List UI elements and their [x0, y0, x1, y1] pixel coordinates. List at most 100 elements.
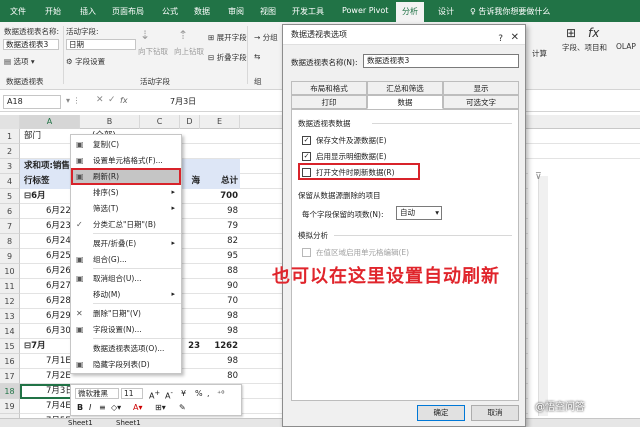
drill-up-button[interactable]: 向上钻取 [174, 46, 204, 57]
formula-input[interactable]: 7月3日 [170, 96, 196, 107]
help-icon[interactable]: ? [498, 29, 503, 49]
cancel-icon[interactable]: ✕ [96, 95, 104, 105]
save-source-checkbox[interactable]: ✓ [302, 136, 311, 145]
fields-items-button[interactable]: 字段、项目和 [562, 42, 607, 53]
drill-down-button[interactable]: 向下钻取 [138, 46, 168, 57]
tab-totals-filters[interactable]: 汇总和筛选 [367, 81, 443, 95]
cell-d[interactable] [180, 264, 200, 279]
pivot-name-field[interactable]: 数据透视表3 [363, 54, 519, 68]
tab-data[interactable]: 数据 [367, 95, 443, 109]
context-menu-item[interactable]: ▣ 取消组合(U)... [71, 271, 181, 286]
enable-details-checkbox[interactable]: ✓ [302, 152, 311, 161]
tab-page-layout[interactable]: 页面布局 [112, 6, 144, 17]
tab-insert[interactable]: 插入 [80, 6, 96, 17]
tab-analyze[interactable]: 分析 [396, 2, 424, 22]
row-header[interactable]: 6 [0, 204, 20, 219]
scrollbar[interactable] [538, 176, 548, 416]
cell-d[interactable] [180, 234, 200, 249]
tab-power-pivot[interactable]: Power Pivot [342, 6, 388, 15]
whatif-checkbox[interactable] [302, 248, 311, 257]
column-header-e[interactable]: E [200, 115, 240, 129]
row-header[interactable]: 9 [0, 249, 20, 264]
bold-button[interactable]: B [77, 402, 83, 413]
font-name-select[interactable]: 微软雅黑 [75, 388, 119, 399]
tab-home[interactable]: 开始 [45, 6, 61, 17]
select-all-corner[interactable] [0, 115, 20, 129]
font-size-select[interactable]: 11 [121, 388, 143, 399]
enter-icon[interactable]: ✓ [108, 95, 116, 105]
close-icon[interactable]: ✕ [511, 28, 519, 48]
group-selection-button[interactable]: → 分组 [254, 32, 278, 43]
olap-button[interactable]: OLAP [616, 42, 636, 51]
tab-display[interactable]: 显示 [443, 81, 519, 95]
tab-printing[interactable]: 打印 [291, 95, 367, 109]
cell-e[interactable]: 1262 [200, 339, 238, 354]
cell-d[interactable] [180, 204, 200, 219]
shrink-font-icon[interactable]: A- [165, 388, 173, 402]
row-header[interactable]: 18 [0, 384, 20, 399]
context-menu-item[interactable]: 筛选(T) ▸ [71, 201, 181, 216]
cell-d[interactable] [180, 279, 200, 294]
expand-field-button[interactable]: ⊞ 展开字段 [208, 32, 247, 43]
name-box[interactable]: A18 [3, 95, 61, 109]
collapse-field-button[interactable]: ⊟ 折叠字段 [208, 52, 247, 63]
row-header[interactable]: 11 [0, 279, 20, 294]
column-header-d[interactable]: D [180, 115, 200, 129]
cell-d[interactable] [180, 129, 200, 144]
italic-button[interactable]: I [89, 402, 91, 413]
cell-e[interactable]: 90 [200, 279, 238, 294]
borders-icon[interactable]: ⊞▾ [155, 402, 166, 413]
context-menu-item[interactable]: ✓ 分类汇总"日期"(B) [71, 217, 181, 232]
field-settings-button[interactable]: ⚙ 字段设置 [66, 56, 105, 67]
row-header[interactable]: 19 [0, 399, 20, 414]
column-header-c[interactable]: C [140, 115, 180, 129]
row-header[interactable]: 10 [0, 264, 20, 279]
active-field-input[interactable]: 日期 [66, 39, 136, 50]
pivot-name-input[interactable]: 数据透视表3 [3, 39, 59, 50]
cell-d[interactable] [180, 369, 200, 384]
context-menu-item[interactable]: 数据透视表选项(O)... [71, 341, 181, 356]
cell-d[interactable] [180, 144, 200, 159]
cell-e[interactable] [200, 159, 238, 174]
context-menu-item[interactable]: 排序(S) ▸ [71, 185, 181, 200]
row-header[interactable]: 15 [0, 339, 20, 354]
row-header[interactable]: 2 [0, 144, 20, 159]
cell-e[interactable] [200, 144, 238, 159]
tab-file[interactable]: 文件 [10, 6, 26, 17]
name-box-dropdown-icon[interactable]: ▾ ⋮ [66, 96, 81, 105]
ok-button[interactable]: 确定 [417, 405, 465, 421]
cancel-button[interactable]: 取消 [471, 405, 519, 421]
context-menu-item[interactable]: ▣ 组合(G)... [71, 252, 181, 267]
tab-developer[interactable]: 开发工具 [292, 6, 324, 17]
column-header-a[interactable]: A [20, 115, 80, 129]
currency-format-button[interactable]: ¥ [181, 388, 186, 399]
tab-data[interactable]: 数据 [194, 6, 210, 17]
context-menu-item[interactable]: 展开/折叠(E) ▸ [71, 236, 181, 251]
increase-decimal-icon[interactable]: ⁺⁰ [217, 388, 224, 399]
cell-d[interactable] [180, 324, 200, 339]
row-header[interactable]: 4 [0, 174, 20, 189]
tell-me-search[interactable]: ♀ 告诉我你想要做什么 [470, 6, 550, 17]
tab-design[interactable]: 设计 [438, 6, 454, 17]
cell-e[interactable]: 88 [200, 264, 238, 279]
align-center-icon[interactable]: ≡ [99, 402, 106, 413]
options-button[interactable]: ▤ 选项 ▾ [4, 56, 35, 67]
cell-e[interactable]: 80 [200, 369, 238, 384]
cell-d[interactable]: 23 [180, 339, 200, 354]
column-header-b[interactable]: B [80, 115, 140, 129]
row-header[interactable]: 14 [0, 324, 20, 339]
cell-e[interactable]: 98 [200, 309, 238, 324]
font-color-icon[interactable]: A▾ [133, 402, 143, 413]
format-painter-icon[interactable]: ✎ [179, 402, 186, 413]
row-header[interactable]: 17 [0, 369, 20, 384]
cell-e[interactable]: 79 [200, 219, 238, 234]
cell-e[interactable]: 98 [200, 324, 238, 339]
context-menu-item[interactable]: ▣ 隐藏字段列表(D) [71, 357, 181, 372]
row-header[interactable]: 16 [0, 354, 20, 369]
sheet-tab[interactable]: Sheet1 [116, 419, 141, 427]
row-header[interactable]: 7 [0, 219, 20, 234]
row-header[interactable]: 5 [0, 189, 20, 204]
context-menu-item[interactable]: ▣ 复制(C) [71, 137, 181, 152]
cell-e[interactable]: 70 [200, 294, 238, 309]
filter-icon[interactable]: ⊽ [535, 172, 542, 182]
